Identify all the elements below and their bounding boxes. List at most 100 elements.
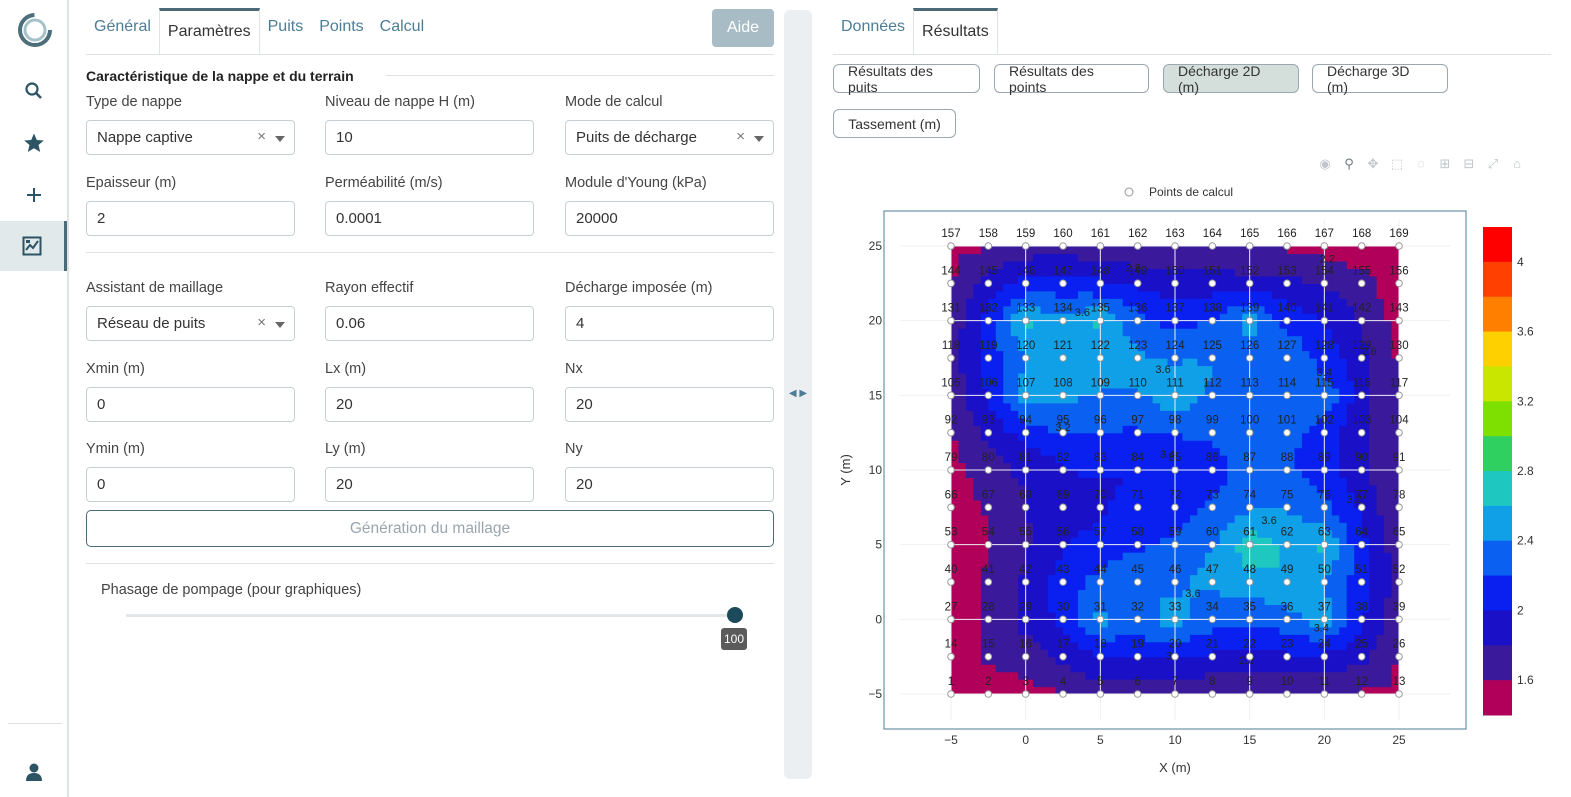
contour-cell [1189,656,1198,665]
contour-cell [1301,246,1310,255]
epaisseur-input[interactable]: 2 [86,201,295,236]
mode-calcul-select[interactable]: Puits de décharge × [565,120,774,155]
contour-cell [1264,559,1273,568]
discharge-2d-button[interactable]: Décharge 2D (m) [1163,63,1299,95]
contour-cell [1234,492,1243,501]
contour-cell [1346,596,1355,605]
generate-mesh-button[interactable]: Génération du maillage [86,510,774,547]
chart-icon[interactable] [0,221,67,271]
contour-cell [1197,686,1206,694]
camera-icon[interactable]: ◉ [1316,156,1334,172]
discharge-contour-plot[interactable]: Points de calcul 3.63.6 3.43.23.43.23.63.… [820,180,1571,780]
contour-cell [1182,664,1191,673]
contour-cell [1107,589,1116,598]
contour-cell [1294,447,1303,456]
contour-cell [1033,425,1042,434]
calc-point-label: 106 [979,377,998,389]
chevron-down-icon[interactable] [754,136,764,142]
type-nappe-select[interactable]: Nappe captive × [86,120,295,155]
zoom-in-icon[interactable]: ⊞ [1436,156,1454,172]
pumping-slider-track[interactable] [126,614,735,617]
star-icon[interactable] [0,118,67,168]
contour-cell [1331,596,1340,605]
results-points-button[interactable]: Résultats des points [994,63,1149,95]
nx-input[interactable]: 20 [565,387,774,422]
calc-point-label: 89 [1318,452,1331,464]
tab-points[interactable]: Points [311,8,371,55]
pan-icon[interactable]: ✥ [1364,156,1382,172]
results-wells-button[interactable]: Résultats des puits [833,63,980,95]
permeabilite-input[interactable]: 0.0001 [325,201,534,236]
split-arrows-icon[interactable]: ◀ ▶ [784,388,812,399]
contour-cell [1264,410,1273,419]
contour-cell [965,440,974,449]
help-button[interactable]: Aide [712,9,774,47]
contour-cell [1152,298,1161,307]
home-icon[interactable]: ⌂ [1508,156,1526,172]
contour-cell [1339,514,1348,523]
tab-resultats[interactable]: Résultats [913,8,998,55]
contour-cell [1152,283,1161,292]
clear-icon[interactable]: × [257,128,266,145]
app-logo-icon[interactable] [17,12,53,48]
contour-cell [1354,328,1363,337]
contour-cell [1115,298,1124,307]
calc-point [1171,354,1179,362]
rayon-input[interactable]: 0.06 [325,306,534,341]
contour-cell [1003,425,1012,434]
decharge-input[interactable]: 4 [565,306,774,341]
lx-input[interactable]: 20 [325,387,534,422]
module-young-input[interactable]: 20000 [565,201,774,236]
tab-donnees[interactable]: Données [833,8,913,55]
contour-cell [1100,477,1109,486]
tab-general[interactable]: Général [86,8,159,55]
contour-cell [1227,246,1236,255]
niveau-nappe-input[interactable]: 10 [325,120,534,155]
lasso-icon[interactable]: ◌ [1412,156,1430,172]
settlement-button[interactable]: Tassement (m) [833,109,956,138]
clear-icon[interactable]: × [736,128,745,145]
contour-cell [1257,619,1266,628]
contour-cell [1048,492,1057,501]
ly-input[interactable]: 20 [325,467,534,502]
contour-cell [958,686,967,694]
contour-cell [1182,395,1191,404]
user-icon[interactable] [0,747,67,797]
ny-input[interactable]: 20 [565,467,774,502]
contour-cell [1145,440,1154,449]
contour-cell [1070,656,1079,665]
contour-cell [1010,507,1019,516]
zoom-out-icon[interactable]: ⊟ [1460,156,1478,172]
discharge-3d-button[interactable]: Décharge 3D (m) [1312,63,1448,95]
contour-cell [1376,537,1385,546]
zoom-icon[interactable]: ⚲ [1340,156,1358,172]
contour-cell [1160,604,1169,613]
contour-cell [1331,567,1340,576]
pumping-slider-handle[interactable] [727,607,743,623]
contour-cell [1227,372,1236,381]
plus-icon[interactable] [0,170,67,220]
contour-cell [1376,305,1385,314]
assistant-select[interactable]: Réseau de puits × [86,306,295,341]
tab-parametres[interactable]: Paramètres [158,8,260,55]
clear-icon[interactable]: × [257,314,266,331]
calc-point [1096,279,1105,288]
contour-cell [958,537,967,546]
contour-cell [1301,268,1310,277]
contour-cell [1107,656,1116,665]
calc-point-label: 95 [1057,415,1070,427]
chevron-down-icon[interactable] [275,136,285,142]
contour-cell [1301,305,1310,314]
xmin-input[interactable]: 0 [86,387,295,422]
search-icon[interactable] [0,66,67,116]
tab-puits[interactable]: Puits [260,8,312,55]
calc-point-label: 47 [1206,564,1219,576]
ymin-input[interactable]: 0 [86,467,295,502]
contour-cell [1010,470,1019,479]
chevron-down-icon[interactable] [275,322,285,328]
panel-splitter[interactable]: ◀ ▶ [784,10,812,779]
autoscale-icon[interactable]: ⤢ [1484,156,1502,172]
box-select-icon[interactable]: ⬚ [1388,156,1406,172]
tab-calcul[interactable]: Calcul [372,8,432,55]
contour-cell [1077,552,1086,561]
